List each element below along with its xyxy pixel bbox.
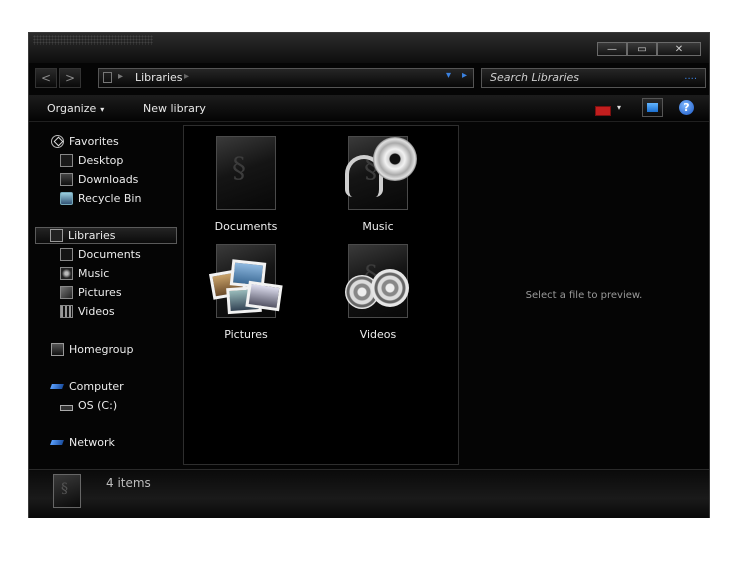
nav-libraries-label: Libraries bbox=[68, 229, 116, 242]
recycle-bin-icon bbox=[60, 192, 73, 205]
breadcrumb-libraries[interactable]: Libraries bbox=[135, 71, 183, 84]
search-icon[interactable]: .... bbox=[684, 71, 697, 82]
nav-videos[interactable]: Videos bbox=[60, 303, 115, 320]
search-input[interactable]: Search Libraries .... bbox=[481, 68, 706, 88]
nav-music-label: Music bbox=[78, 267, 110, 280]
videos-library-thumbnail: § bbox=[345, 244, 409, 318]
item-count: 4 items bbox=[106, 476, 151, 490]
music-icon bbox=[60, 267, 73, 280]
library-pictures-tile[interactable]: § Pictures bbox=[196, 244, 296, 341]
search-placeholder: Search Libraries bbox=[490, 71, 580, 84]
nav-network-label: Network bbox=[69, 436, 115, 449]
library-music-tile[interactable]: § Music bbox=[328, 136, 428, 233]
nav-homegroup[interactable]: Homegroup bbox=[51, 341, 133, 358]
organize-button[interactable]: Organize ▾ bbox=[47, 102, 104, 115]
library-documents-tile[interactable]: § Documents bbox=[196, 136, 296, 233]
maximize-button[interactable]: ▭ bbox=[627, 42, 657, 56]
new-library-button[interactable]: New library bbox=[143, 102, 206, 115]
nav-os-drive[interactable]: OS (C:) bbox=[60, 397, 117, 414]
address-go-icon[interactable]: ▸ bbox=[462, 70, 467, 81]
title-bar[interactable]: — ▭ ✕ bbox=[29, 33, 709, 63]
downloads-icon bbox=[60, 173, 73, 186]
pictures-library-thumbnail: § bbox=[209, 244, 283, 318]
nav-pictures-label: Pictures bbox=[78, 286, 122, 299]
music-tile-label: Music bbox=[362, 220, 394, 233]
music-library-thumbnail: § bbox=[345, 136, 417, 210]
homegroup-icon bbox=[51, 343, 64, 356]
details-thumbnail-icon: § bbox=[53, 474, 81, 508]
nav-recycle-bin[interactable]: Recycle Bin bbox=[60, 190, 141, 207]
view-options-chevron-icon[interactable]: ▾ bbox=[617, 103, 621, 112]
nav-videos-label: Videos bbox=[78, 305, 115, 318]
breadcrumb-separator-end[interactable]: ▸ bbox=[184, 71, 189, 82]
nav-os-drive-label: OS (C:) bbox=[78, 399, 118, 412]
pictures-tile-label: Pictures bbox=[224, 328, 268, 341]
command-toolbar: Organize ▾ New library ▾ ? bbox=[29, 95, 709, 122]
minimize-button[interactable]: — bbox=[597, 42, 627, 56]
nav-pictures[interactable]: Pictures bbox=[60, 284, 122, 301]
documents-library-thumbnail: § bbox=[216, 136, 276, 210]
nav-documents[interactable]: Documents bbox=[60, 246, 141, 263]
desktop-icon bbox=[60, 154, 73, 167]
libraries-icon bbox=[50, 229, 63, 242]
drive-icon bbox=[60, 404, 73, 411]
explorer-window: — ▭ ✕ < > ▸ Libraries ▸ ▾ ▸ Search Libra… bbox=[28, 32, 710, 518]
help-button[interactable]: ? bbox=[679, 100, 694, 115]
preview-message: Select a file to preview. bbox=[525, 290, 643, 301]
change-view-icon[interactable] bbox=[595, 106, 611, 116]
nav-network[interactable]: Network bbox=[51, 434, 115, 451]
breadcrumb-separator[interactable]: ▸ bbox=[118, 71, 123, 82]
film-reel-icon bbox=[371, 269, 409, 307]
nav-music[interactable]: Music bbox=[60, 265, 109, 282]
nav-computer-label: Computer bbox=[69, 380, 124, 393]
nav-recycle-bin-label: Recycle Bin bbox=[78, 192, 142, 205]
preview-pane-button[interactable] bbox=[642, 98, 663, 117]
cd-icon bbox=[373, 137, 417, 181]
videos-icon bbox=[60, 305, 73, 318]
address-bar[interactable]: ▸ Libraries ▸ ▾ ▸ bbox=[98, 68, 474, 88]
library-icon bbox=[103, 72, 112, 83]
navigation-pane: Favorites Desktop Downloads Recycle Bin … bbox=[29, 125, 181, 467]
favorites-star-icon bbox=[51, 135, 64, 148]
nav-computer[interactable]: Computer bbox=[51, 378, 124, 395]
documents-icon bbox=[60, 248, 73, 261]
title-grip bbox=[33, 35, 153, 45]
nav-documents-label: Documents bbox=[78, 248, 141, 261]
chevron-down-icon: ▾ bbox=[100, 105, 105, 114]
nav-desktop-label: Desktop bbox=[78, 154, 124, 167]
preview-pane-icon bbox=[647, 103, 658, 112]
caption-buttons: — ▭ ✕ bbox=[597, 42, 701, 56]
network-icon bbox=[51, 436, 64, 449]
preview-pane: Select a file to preview. bbox=[461, 125, 707, 467]
nav-downloads-label: Downloads bbox=[78, 173, 139, 186]
nav-libraries[interactable]: Libraries bbox=[35, 227, 177, 244]
file-list[interactable]: § Documents § Music § Pictures § bbox=[183, 125, 459, 465]
photo-icon bbox=[245, 280, 283, 312]
navigation-row: < > ▸ Libraries ▸ ▾ ▸ Search Libraries .… bbox=[29, 67, 709, 89]
details-pane: § 4 items bbox=[29, 469, 709, 518]
nav-favorites[interactable]: Favorites bbox=[51, 133, 119, 150]
computer-icon bbox=[51, 380, 64, 393]
organize-label: Organize bbox=[47, 102, 97, 115]
address-dropdown-icon[interactable]: ▾ bbox=[446, 70, 451, 81]
videos-tile-label: Videos bbox=[359, 328, 397, 341]
documents-tile-label: Documents bbox=[214, 220, 278, 233]
forward-button[interactable]: > bbox=[59, 68, 81, 88]
nav-downloads[interactable]: Downloads bbox=[60, 171, 138, 188]
nav-homegroup-label: Homegroup bbox=[69, 343, 134, 356]
nav-favorites-label: Favorites bbox=[69, 135, 119, 148]
dragon-emblem-icon: § bbox=[232, 151, 246, 184]
library-videos-tile[interactable]: § Videos bbox=[328, 244, 428, 341]
nav-desktop[interactable]: Desktop bbox=[60, 152, 123, 169]
close-button[interactable]: ✕ bbox=[657, 42, 701, 56]
back-button[interactable]: < bbox=[35, 68, 57, 88]
pictures-icon bbox=[60, 286, 73, 299]
